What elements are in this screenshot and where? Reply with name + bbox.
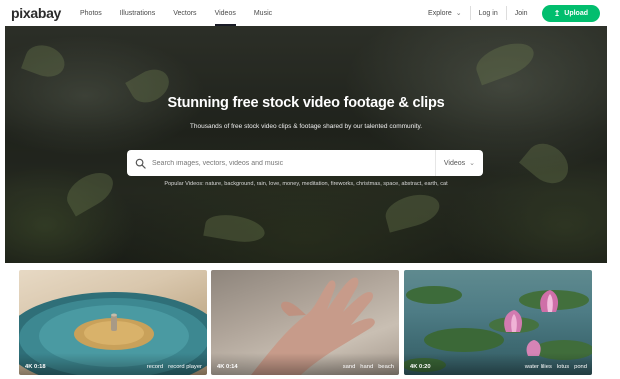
login-link[interactable]: Log in [479,10,498,17]
upload-label: Upload [564,9,588,17]
popular-searches[interactable]: Popular Videos: nature, background, rain… [5,181,607,187]
tag-link[interactable]: record player [168,364,202,370]
tag-link[interactable]: hand [360,364,373,370]
hero-overlay [5,26,607,263]
search-type-dropdown[interactable]: Videos ⌄ [434,150,475,176]
search-icon [135,158,146,169]
tag-link[interactable]: water lilies [525,364,552,370]
join-link[interactable]: Join [515,10,528,17]
nav-link-photos[interactable]: Photos [80,0,102,26]
tag-link[interactable]: beach [378,364,394,370]
upload-button[interactable]: ↥ Upload [541,4,600,22]
chevron-down-icon: ⌄ [455,10,462,17]
video-meta: 4K 0:18 [25,364,46,370]
nav-divider [469,6,471,20]
explore-label: Explore [428,9,452,17]
tag-link[interactable]: lotus [557,364,569,370]
video-thumbnail-water-lilies[interactable]: 4K 0:20 water lilies lotus pond [404,270,592,375]
video-tags: record record player [142,364,202,370]
explore-menu[interactable]: Explore ⌄ [428,9,462,18]
search-type-label: Videos [443,159,466,167]
video-meta: 4K 0:20 [410,364,431,370]
nav-link-illustrations[interactable]: Illustrations [120,0,155,26]
chevron-down-icon: ⌄ [469,160,475,167]
video-thumbnail-sand-hand[interactable]: 4K 0:14 sand hand beach [211,270,399,375]
upload-icon: ↥ [553,8,561,18]
nav-link-videos[interactable]: Videos [214,0,237,26]
nav-link-music[interactable]: Music [254,0,272,26]
top-nav: pixabay Photos Illustrations Vectors Vid… [0,0,620,26]
video-tags: sand hand beach [338,364,394,370]
hero-title: Stunning free stock video footage & clip… [167,95,445,111]
video-tags: water lilies lotus pond [520,364,587,370]
search-input[interactable] [152,159,392,167]
hero-subtitle: Thousands of free stock video clips & fo… [189,123,423,130]
tag-link[interactable]: record [147,364,163,370]
nav-divider [505,6,507,20]
nav-right: Explore ⌄ Log in Join ↥ Upload [428,0,600,26]
pixabay-logo[interactable]: pixabay [11,5,61,21]
video-grid: 4K 0:18 record record player 4K 0:14 san… [19,270,592,375]
video-meta: 4K 0:14 [217,364,238,370]
nav-link-vectors[interactable]: Vectors [173,0,196,26]
search-bar: Videos ⌄ [127,150,483,176]
tag-link[interactable]: pond [574,364,587,370]
video-thumbnail-record[interactable]: 4K 0:18 record record player [19,270,207,375]
hero-banner: Stunning free stock video footage & clip… [5,26,607,263]
tag-link[interactable]: sand [343,364,356,370]
nav-links: Photos Illustrations Vectors Videos Musi… [80,0,290,26]
